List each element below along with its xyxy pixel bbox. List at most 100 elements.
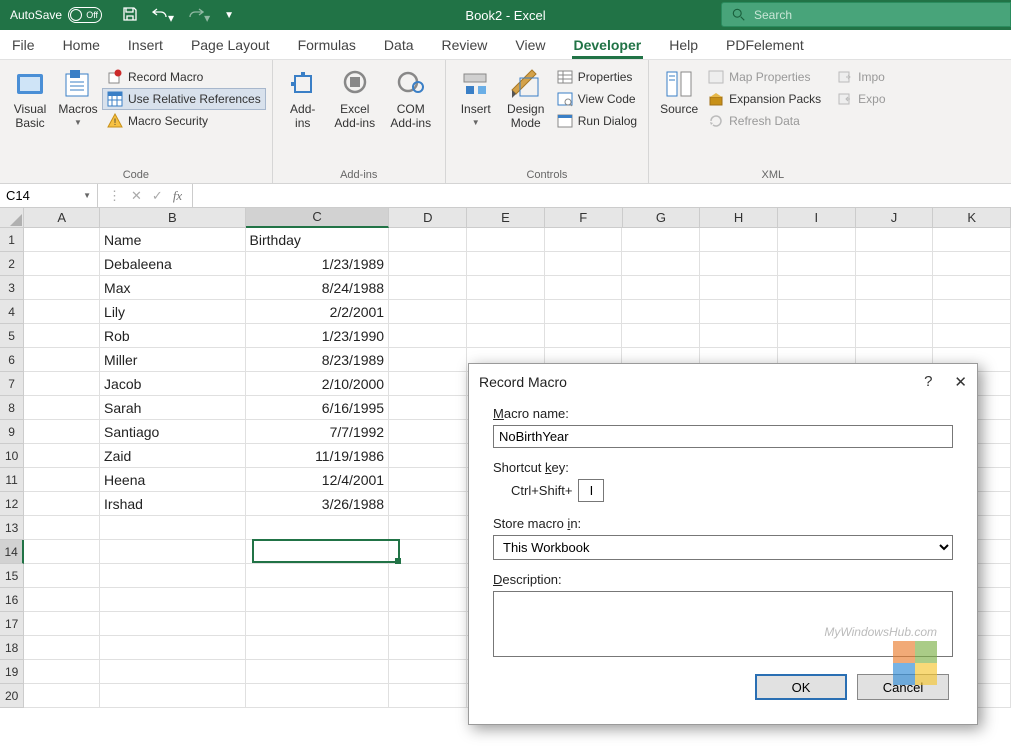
cell[interactable] — [389, 228, 467, 252]
cell[interactable] — [246, 612, 390, 636]
cell[interactable] — [545, 324, 623, 348]
cell[interactable] — [389, 420, 467, 444]
cell[interactable] — [24, 612, 100, 636]
cell[interactable] — [24, 300, 100, 324]
cell[interactable] — [856, 252, 934, 276]
column-header[interactable]: I — [778, 208, 856, 228]
cell[interactable] — [246, 516, 390, 540]
fx-icon[interactable]: fx — [173, 188, 182, 204]
column-header[interactable]: G — [623, 208, 701, 228]
cell[interactable] — [700, 276, 778, 300]
cell[interactable] — [467, 252, 545, 276]
cell[interactable] — [24, 492, 100, 516]
row-header[interactable]: 11 — [0, 468, 24, 492]
cell[interactable] — [389, 396, 467, 420]
cell[interactable]: Max — [100, 276, 246, 300]
cell[interactable] — [622, 276, 700, 300]
cell[interactable] — [933, 252, 1011, 276]
expansion-packs-button[interactable]: Expansion Packs — [703, 88, 826, 110]
cell[interactable] — [100, 684, 246, 708]
tell-me-search[interactable]: Search — [721, 2, 1011, 27]
macro-name-input[interactable] — [493, 425, 953, 448]
properties-button[interactable]: Properties — [552, 66, 642, 88]
cell[interactable] — [246, 564, 390, 588]
cell[interactable] — [622, 252, 700, 276]
cell[interactable] — [933, 324, 1011, 348]
cell[interactable] — [778, 228, 856, 252]
cell[interactable] — [24, 588, 100, 612]
cell[interactable] — [100, 540, 246, 564]
cell[interactable] — [246, 684, 390, 708]
tab-developer[interactable]: Developer — [572, 33, 644, 59]
column-header[interactable]: C — [246, 208, 390, 228]
record-macro-button[interactable]: Record Macro — [102, 66, 266, 88]
cell[interactable] — [24, 372, 100, 396]
redo-icon[interactable]: ▾ — [188, 6, 210, 25]
cell[interactable] — [933, 276, 1011, 300]
row-header[interactable]: 5 — [0, 324, 24, 348]
cell[interactable] — [24, 468, 100, 492]
cell[interactable] — [389, 516, 467, 540]
cell[interactable] — [622, 300, 700, 324]
cell[interactable]: 8/24/1988 — [246, 276, 390, 300]
qat-customize-icon[interactable]: ▼ — [224, 10, 234, 21]
cell[interactable] — [389, 252, 467, 276]
cell[interactable] — [622, 228, 700, 252]
cell[interactable] — [24, 324, 100, 348]
cell[interactable] — [933, 300, 1011, 324]
column-header[interactable]: F — [545, 208, 623, 228]
tab-file[interactable]: File — [10, 33, 37, 59]
help-icon[interactable]: ? — [924, 373, 932, 391]
row-header[interactable]: 7 — [0, 372, 24, 396]
cell[interactable] — [100, 564, 246, 588]
cell[interactable] — [389, 348, 467, 372]
column-header[interactable]: H — [700, 208, 778, 228]
cell[interactable] — [467, 324, 545, 348]
tab-page-layout[interactable]: Page Layout — [189, 33, 272, 59]
design-mode-button[interactable]: Design Mode — [500, 64, 552, 130]
cell[interactable] — [700, 300, 778, 324]
cell[interactable] — [246, 588, 390, 612]
cell[interactable] — [24, 660, 100, 684]
source-button[interactable]: Source — [655, 64, 703, 116]
cell[interactable] — [100, 588, 246, 612]
row-header[interactable]: 2 — [0, 252, 24, 276]
cell[interactable]: 8/23/1989 — [246, 348, 390, 372]
macro-security-button[interactable]: ! Macro Security — [102, 110, 266, 132]
row-header[interactable]: 6 — [0, 348, 24, 372]
tab-insert[interactable]: Insert — [126, 33, 165, 59]
cell[interactable] — [389, 492, 467, 516]
view-code-button[interactable]: View Code — [552, 88, 642, 110]
cell[interactable] — [100, 612, 246, 636]
row-header[interactable]: 12 — [0, 492, 24, 516]
cell[interactable]: Rob — [100, 324, 246, 348]
cell[interactable] — [24, 540, 100, 564]
tab-view[interactable]: View — [513, 33, 547, 59]
cell[interactable] — [389, 372, 467, 396]
cell[interactable] — [467, 276, 545, 300]
addins-button[interactable]: Add- ins — [279, 64, 327, 130]
row-header[interactable]: 10 — [0, 444, 24, 468]
column-header[interactable]: E — [467, 208, 545, 228]
cell[interactable] — [24, 684, 100, 708]
row-header[interactable]: 1 — [0, 228, 24, 252]
cell[interactable] — [24, 276, 100, 300]
run-dialog-button[interactable]: Run Dialog — [552, 110, 642, 132]
cell[interactable]: Jacob — [100, 372, 246, 396]
row-header[interactable]: 4 — [0, 300, 24, 324]
cell[interactable] — [389, 540, 467, 564]
cell[interactable] — [467, 228, 545, 252]
cell[interactable] — [389, 468, 467, 492]
column-header[interactable]: A — [24, 208, 100, 228]
store-macro-select[interactable]: This Workbook — [493, 535, 953, 560]
column-header[interactable]: J — [856, 208, 934, 228]
cell[interactable]: Zaid — [100, 444, 246, 468]
cell[interactable] — [700, 228, 778, 252]
cell[interactable]: Debaleena — [100, 252, 246, 276]
cell[interactable] — [389, 300, 467, 324]
cell[interactable]: 6/16/1995 — [246, 396, 390, 420]
cell[interactable] — [389, 588, 467, 612]
cell[interactable] — [246, 636, 390, 660]
cell[interactable] — [389, 564, 467, 588]
ok-button[interactable]: OK — [755, 674, 847, 700]
